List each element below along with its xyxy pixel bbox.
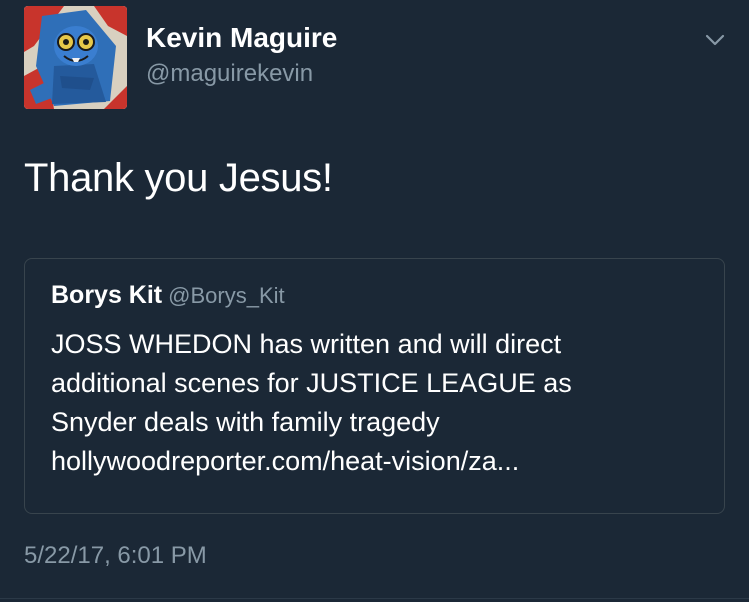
tweet-timestamp[interactable]: 5/22/17, 6:01 PM <box>24 542 207 570</box>
quoted-tweet-link[interactable]: hollywoodreporter.com/heat-vision/za... <box>51 442 711 481</box>
tweet: Kevin Maguire @maguirekevin Thank you Je… <box>0 0 749 602</box>
quoted-tweet-author-name: Borys Kit <box>51 281 163 309</box>
author-handle[interactable]: @maguirekevin <box>146 60 313 88</box>
tweet-menu-button[interactable] <box>702 30 728 50</box>
tweet-text: Thank you Jesus! <box>24 156 333 200</box>
author-display-name[interactable]: Kevin Maguire <box>146 22 337 54</box>
quoted-tweet-card[interactable]: Borys Kit @Borys_Kit JOSS WHEDON has writ… <box>24 258 725 514</box>
quoted-tweet-author-handle: @Borys_Kit <box>168 283 285 308</box>
avatar[interactable] <box>24 6 127 109</box>
quoted-tweet-line: Snyder deals with family tragedy <box>51 407 440 437</box>
chevron-down-icon <box>705 34 725 46</box>
divider <box>0 598 749 599</box>
quoted-tweet-header: Borys Kit @Borys_Kit <box>51 281 285 310</box>
blue-beetle-comic-avatar-icon <box>24 6 127 109</box>
quoted-tweet-line: additional scenes for JUSTICE LEAGUE as <box>51 368 572 398</box>
quoted-tweet-text: JOSS WHEDON has written and will direct … <box>51 325 711 481</box>
quoted-tweet-line: JOSS WHEDON has written and will direct <box>51 329 562 359</box>
